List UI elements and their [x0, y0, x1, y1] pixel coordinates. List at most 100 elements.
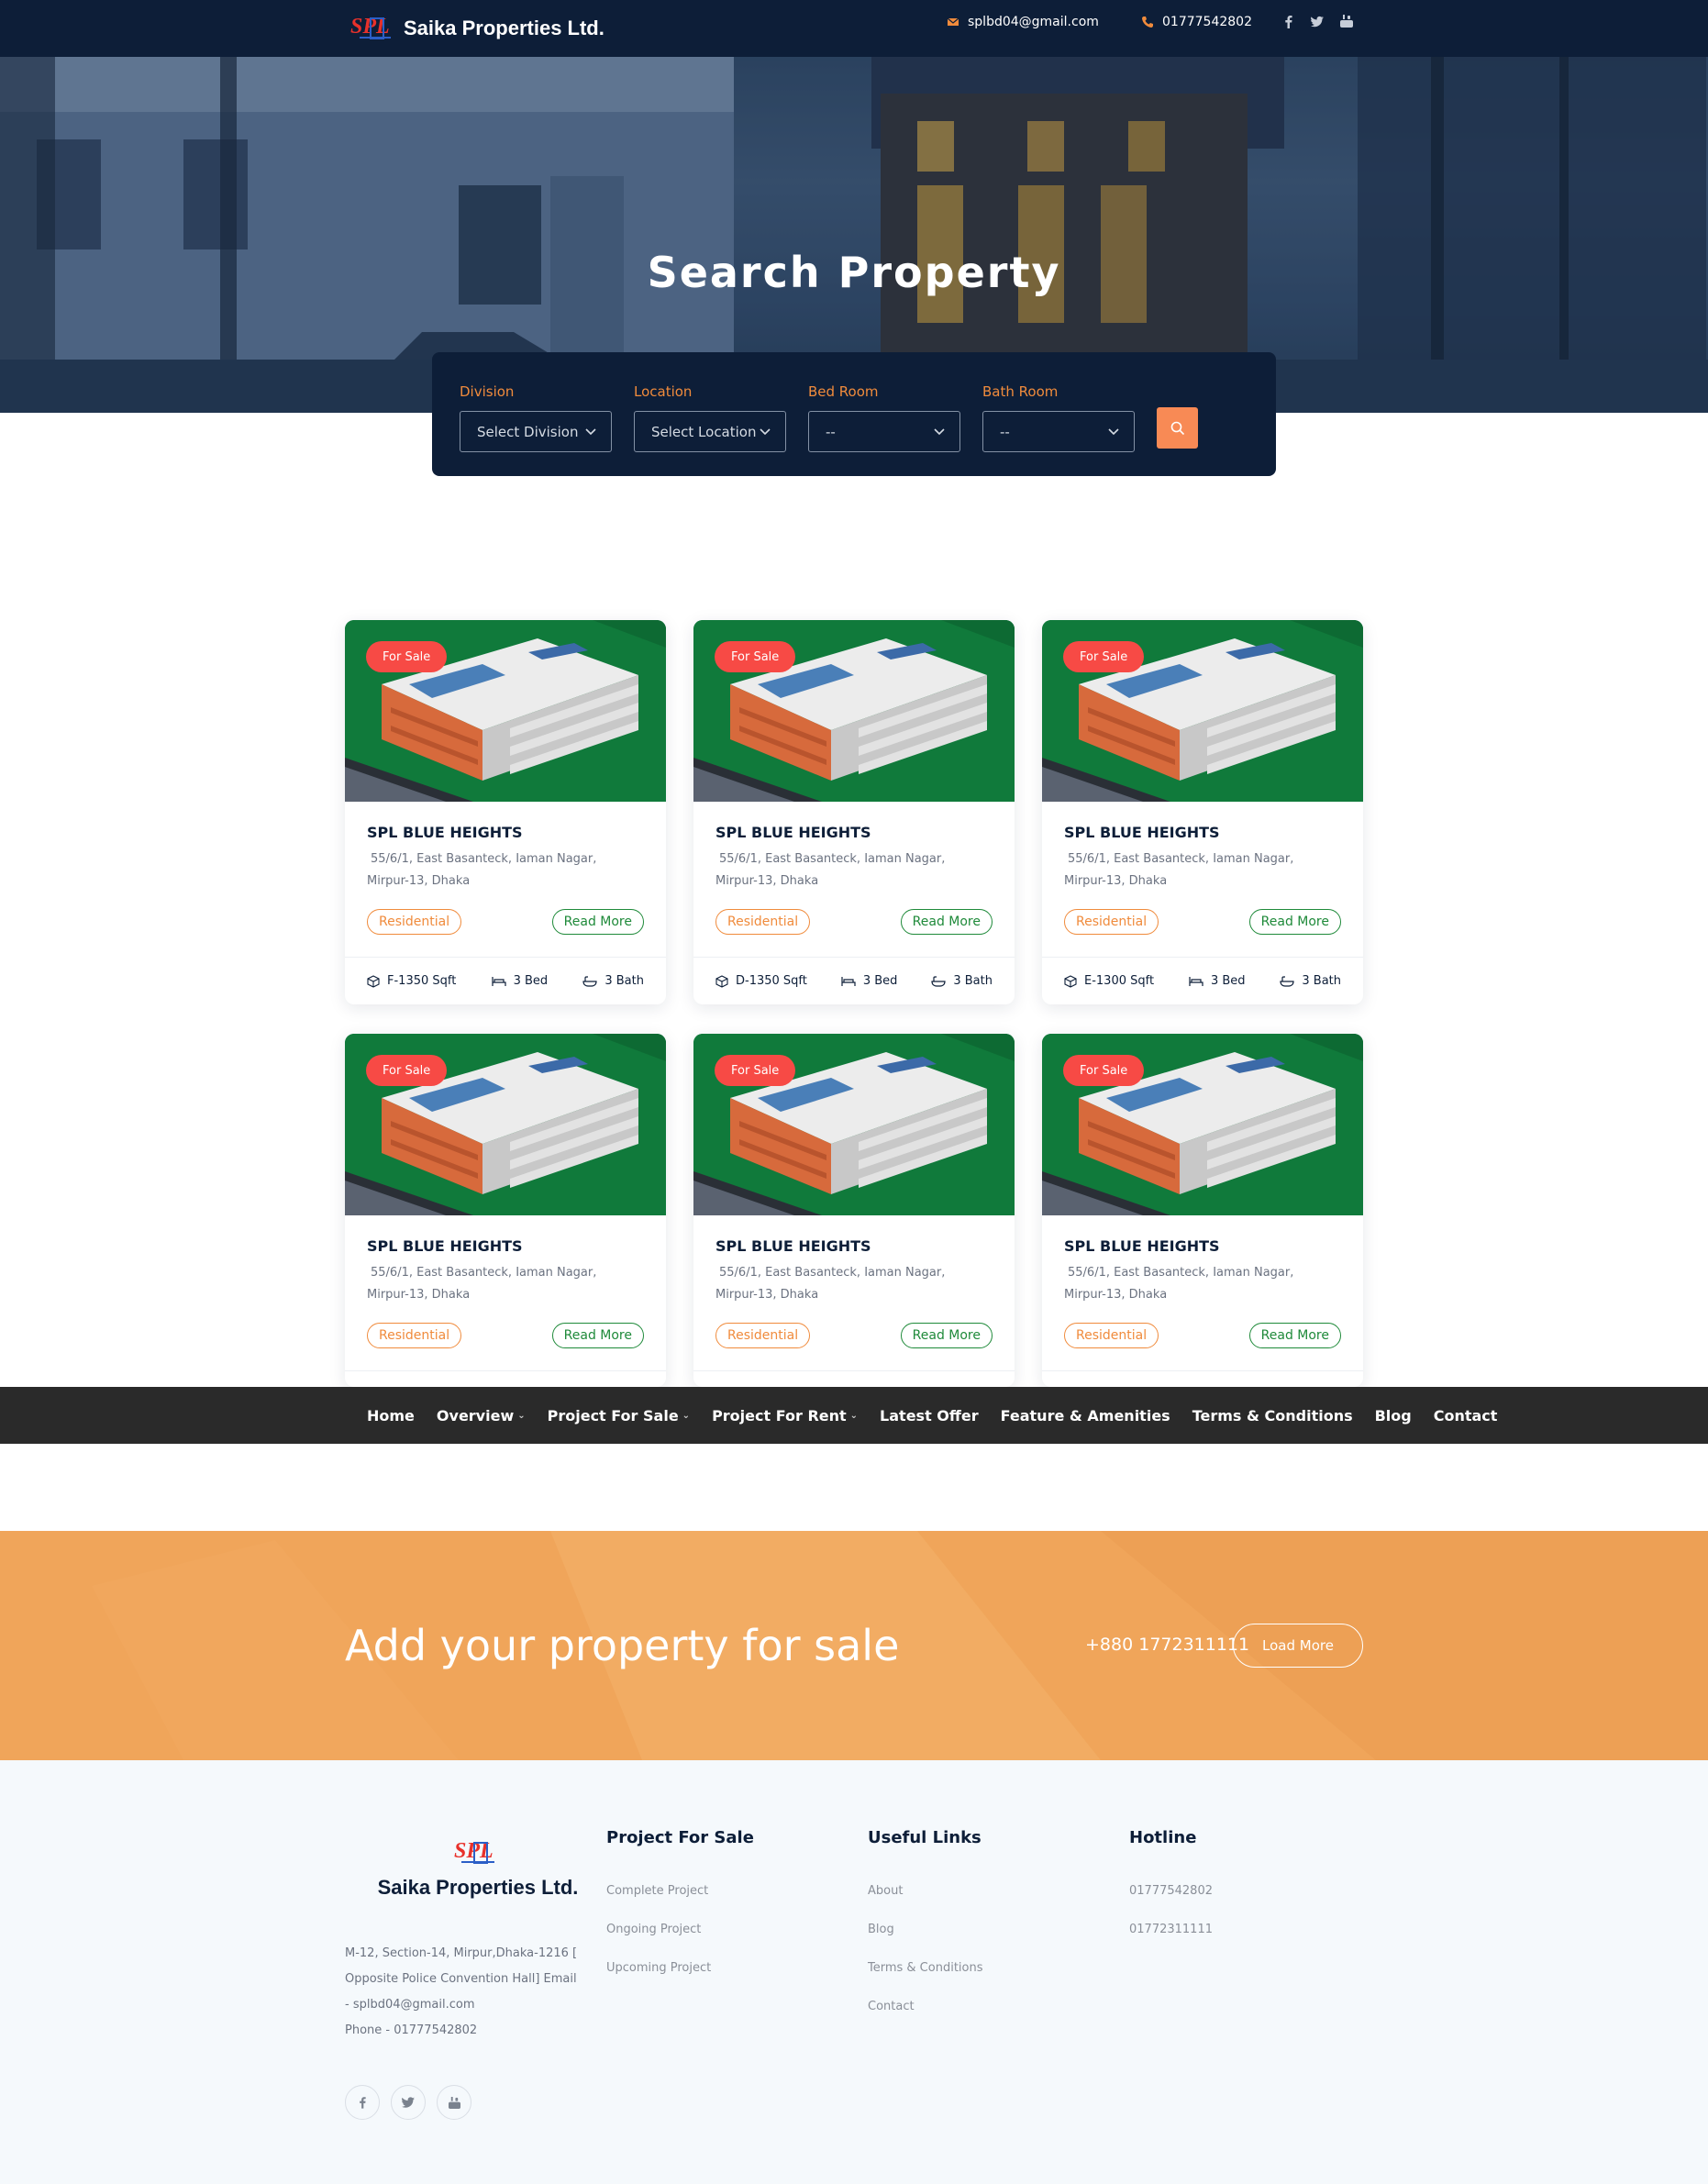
- location-select[interactable]: Select Location: [634, 411, 786, 452]
- property-card[interactable]: For Sale SPL BLUE HEIGHTS 55/6/1, East B…: [1042, 620, 1363, 1004]
- property-features: [345, 1370, 666, 1387]
- property-address-line: Mirpur-13, Dhaka: [1064, 874, 1168, 888]
- property-beds-text: 3 Bed: [862, 974, 898, 988]
- property-thumbnail[interactable]: For Sale: [1042, 620, 1363, 802]
- read-more-button[interactable]: Read More: [1248, 1323, 1341, 1348]
- property-type-tag[interactable]: Residential: [715, 1323, 811, 1348]
- sale-status-badge: For Sale: [366, 641, 448, 672]
- cta-heading: Add your property for sale: [345, 1621, 900, 1670]
- chevron-down-icon: ⌄: [849, 1410, 859, 1421]
- property-address-line: 55/6/1, East Basanteck, Iaman Nagar,: [371, 1266, 597, 1280]
- property-thumbnail[interactable]: For Sale: [345, 620, 666, 802]
- spl-logo-mark: SPL: [454, 1839, 494, 1864]
- property-features: [693, 1370, 1015, 1387]
- property-type-tag[interactable]: Residential: [1064, 1323, 1159, 1348]
- nav-project-for-rent[interactable]: Project For Rent ⌄: [712, 1407, 858, 1425]
- top-email[interactable]: splbd04@gmail.com: [947, 15, 1099, 29]
- property-card[interactable]: For Sale SPL BLUE HEIGHTS 55/6/1, East B…: [345, 620, 666, 1004]
- bedroom-select[interactable]: --: [808, 411, 960, 452]
- property-type-tag[interactable]: Residential: [715, 909, 811, 935]
- footer-link[interactable]: Complete Project: [606, 1884, 754, 1923]
- nav-latest-offer-label: Latest Offer: [880, 1406, 979, 1425]
- chevron-down-icon: ⌄: [517, 1410, 526, 1421]
- twitter-icon[interactable]: [1311, 14, 1324, 28]
- footer-link[interactable]: Contact: [868, 2000, 983, 2038]
- youtube-icon[interactable]: [1340, 14, 1353, 28]
- bedroom-field: Bed Room --: [808, 383, 960, 452]
- read-more-button[interactable]: Read More: [900, 909, 993, 935]
- property-type-tag[interactable]: Residential: [367, 1323, 462, 1348]
- footer-link[interactable]: Blog: [868, 1923, 983, 1961]
- property-size: F-1350 Sqft: [367, 974, 456, 988]
- load-more-button[interactable]: Load More: [1233, 1624, 1363, 1668]
- youtube-icon[interactable]: [437, 2085, 471, 2120]
- bathroom-label: Bath Room: [982, 383, 1059, 400]
- property-title[interactable]: SPL BLUE HEIGHTS: [367, 1237, 644, 1255]
- footer-hotline-number[interactable]: 01777542802: [1129, 1884, 1213, 1923]
- read-more-button[interactable]: Read More: [1248, 909, 1341, 935]
- nav-project-for-sale[interactable]: Project For Sale ⌄: [548, 1407, 690, 1425]
- facebook-icon[interactable]: [1281, 14, 1294, 28]
- property-thumbnail[interactable]: For Sale: [693, 620, 1015, 802]
- footer-link[interactable]: About: [868, 1884, 983, 1923]
- property-actions: Residential Read More: [715, 1323, 993, 1348]
- bedroom-value: --: [826, 423, 836, 440]
- top-phone-text: 01777542802: [1162, 15, 1252, 29]
- brand-logo[interactable]: SPL Saika Properties Ltd.: [350, 13, 604, 44]
- footer-col-hotline: Hotline 01777542802 01772311111: [1129, 1828, 1213, 1961]
- bed-icon: [1189, 976, 1203, 986]
- bath-icon: [1280, 975, 1294, 987]
- property-size-text: F-1350 Sqft: [387, 974, 457, 988]
- footer-logo[interactable]: SPL Saika Properties Ltd.: [377, 1835, 579, 1900]
- property-address-line: Mirpur-13, Dhaka: [1064, 1288, 1168, 1302]
- phone-icon: [1142, 17, 1153, 28]
- footer-link[interactable]: Upcoming Project: [606, 1961, 754, 2000]
- nav-terms-conditions[interactable]: Terms & Conditions: [1192, 1407, 1353, 1425]
- area-icon: [715, 974, 728, 988]
- property-title[interactable]: SPL BLUE HEIGHTS: [1064, 1237, 1341, 1255]
- nav-latest-offer[interactable]: Latest Offer: [880, 1407, 979, 1425]
- footer: SPL Saika Properties Ltd. M-12, Section-…: [0, 1760, 1708, 2184]
- property-title[interactable]: SPL BLUE HEIGHTS: [715, 824, 993, 841]
- property-card[interactable]: For Sale SPL BLUE HEIGHTS 55/6/1, East B…: [693, 620, 1015, 1004]
- nav-feature-amenities[interactable]: Feature & Amenities: [1001, 1407, 1170, 1425]
- property-thumbnail[interactable]: For Sale: [345, 1034, 666, 1215]
- nav-overview[interactable]: Overview ⌄: [437, 1407, 526, 1425]
- property-address-line: Mirpur-13, Dhaka: [367, 874, 471, 888]
- cta-phone[interactable]: +880 1772311111: [1085, 1635, 1249, 1655]
- property-address: 55/6/1, East Basanteck, Iaman Nagar, Mir…: [715, 1262, 993, 1306]
- footer-link[interactable]: Terms & Conditions: [868, 1961, 983, 2000]
- property-type-tag[interactable]: Residential: [367, 909, 462, 935]
- sale-status-badge: For Sale: [366, 1055, 448, 1086]
- property-title[interactable]: SPL BLUE HEIGHTS: [367, 824, 644, 841]
- bathroom-select[interactable]: --: [982, 411, 1135, 452]
- property-thumbnail[interactable]: For Sale: [693, 1034, 1015, 1215]
- division-label: Division: [460, 383, 515, 400]
- read-more-button[interactable]: Read More: [551, 909, 644, 935]
- nav-home[interactable]: Home: [367, 1407, 415, 1425]
- nav-feature-amenities-label: Feature & Amenities: [1000, 1406, 1170, 1425]
- property-card-body: SPL BLUE HEIGHTS 55/6/1, East Basanteck,…: [345, 802, 666, 935]
- footer-hotline-number[interactable]: 01772311111: [1129, 1923, 1213, 1961]
- footer-link[interactable]: Ongoing Project: [606, 1923, 754, 1961]
- search-button[interactable]: [1157, 407, 1198, 449]
- division-select[interactable]: Select Division: [460, 411, 612, 452]
- property-thumbnail[interactable]: For Sale: [1042, 1034, 1363, 1215]
- property-card[interactable]: For Sale SPL BLUE HEIGHTS 55/6/1, East B…: [693, 1034, 1015, 1387]
- property-title[interactable]: SPL BLUE HEIGHTS: [715, 1237, 993, 1255]
- read-more-button[interactable]: Read More: [551, 1323, 644, 1348]
- bath-icon: [931, 975, 946, 987]
- top-phone[interactable]: 01777542802: [1141, 15, 1252, 29]
- property-type-tag[interactable]: Residential: [1064, 909, 1159, 935]
- property-card[interactable]: For Sale SPL BLUE HEIGHTS 55/6/1, East B…: [345, 1034, 666, 1387]
- chevron-down-icon: [934, 427, 945, 435]
- property-baths: 3 Bath: [931, 974, 993, 988]
- twitter-icon[interactable]: [391, 2085, 426, 2120]
- property-card[interactable]: For Sale SPL BLUE HEIGHTS 55/6/1, East B…: [1042, 1034, 1363, 1387]
- footer-social-links: [345, 2085, 471, 2120]
- facebook-icon[interactable]: [345, 2085, 380, 2120]
- property-title[interactable]: SPL BLUE HEIGHTS: [1064, 824, 1341, 841]
- read-more-button[interactable]: Read More: [900, 1323, 993, 1348]
- nav-contact[interactable]: Contact: [1434, 1407, 1498, 1425]
- nav-blog[interactable]: Blog: [1375, 1407, 1412, 1425]
